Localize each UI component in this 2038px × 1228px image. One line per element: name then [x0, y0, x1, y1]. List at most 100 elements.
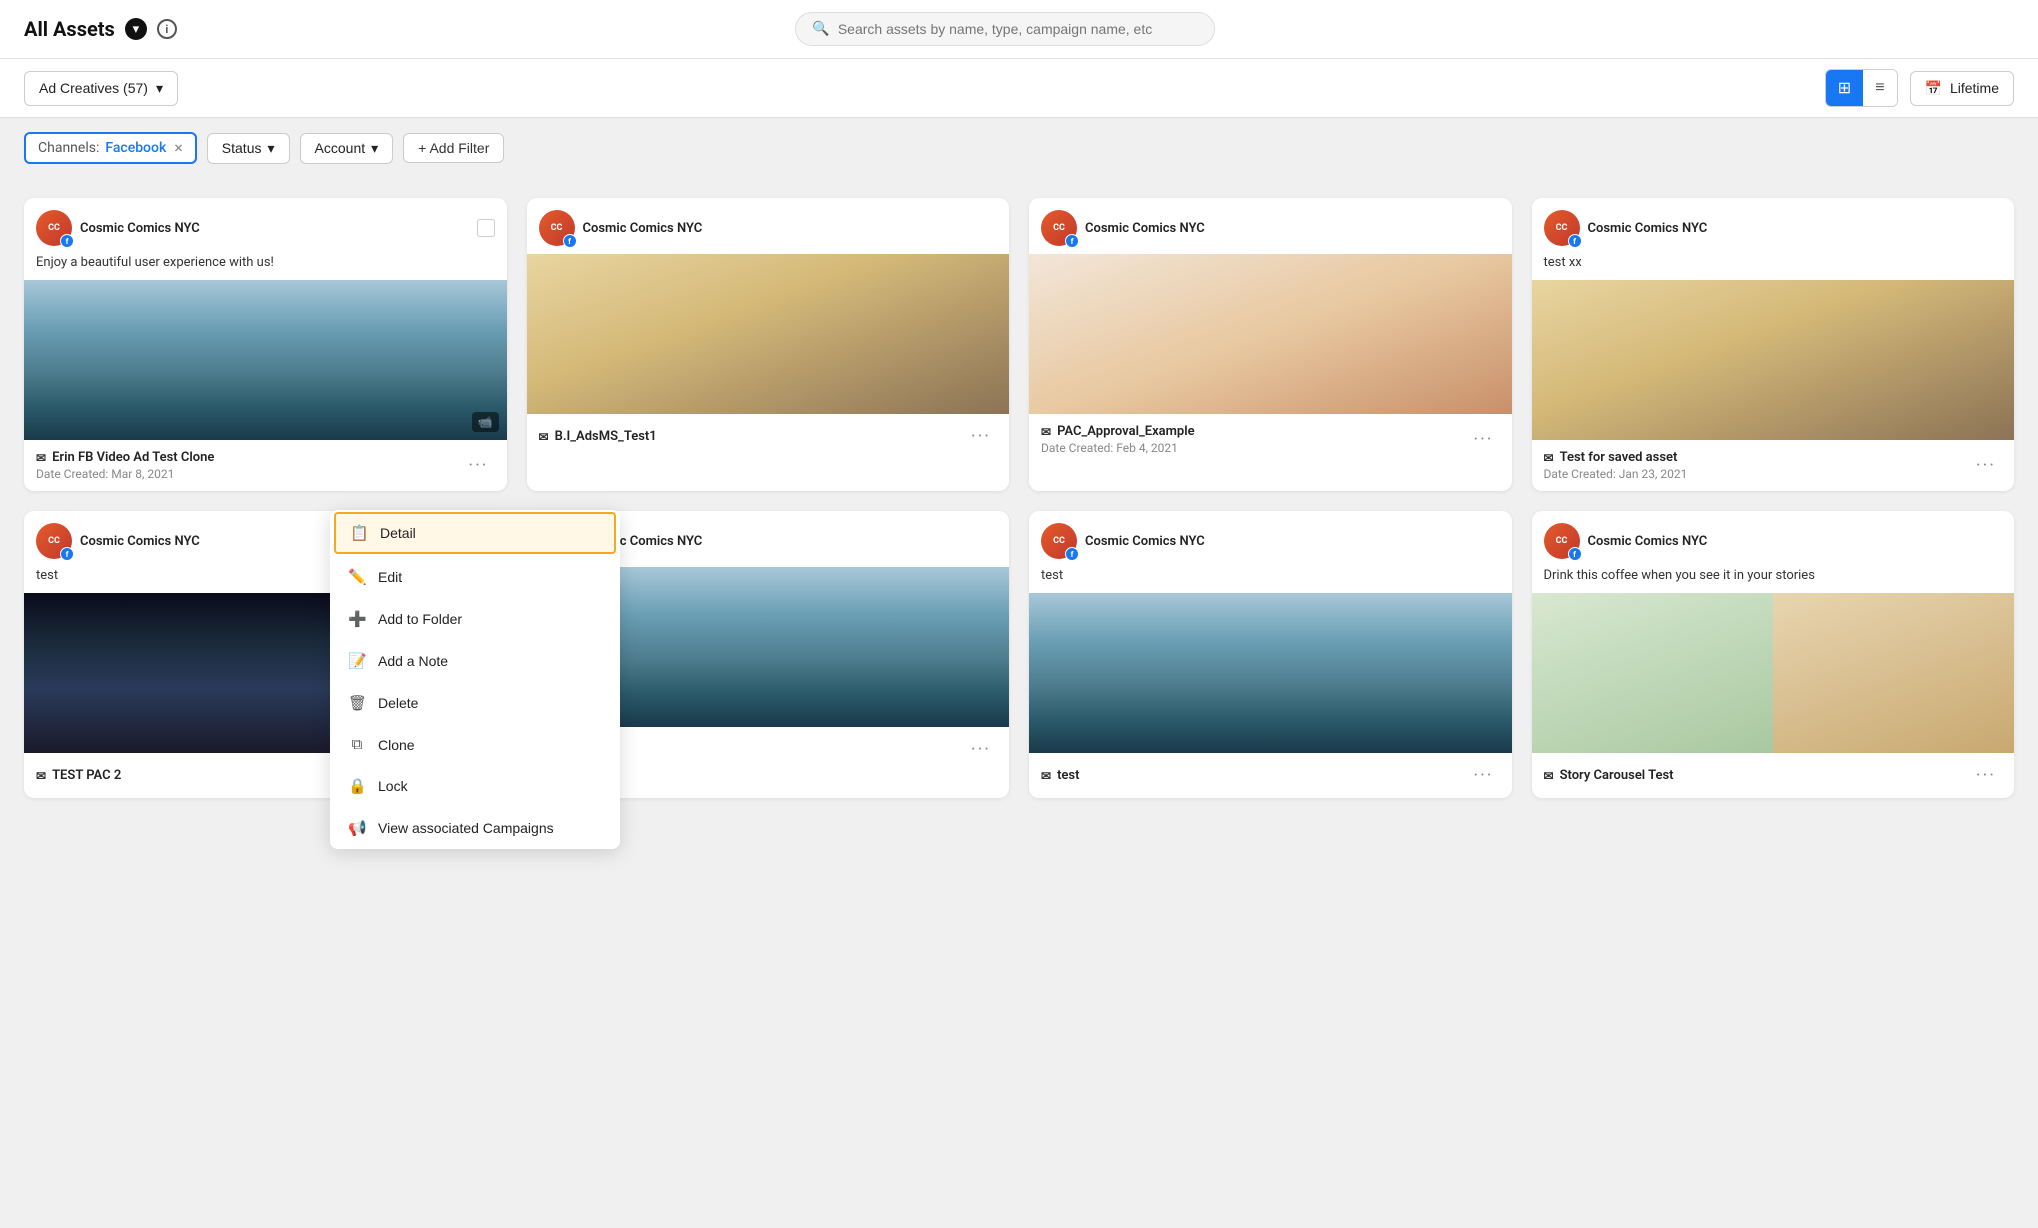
title-dropdown-icon[interactable] — [125, 18, 147, 40]
card-account-name: Cosmic Comics NYC — [1085, 221, 1205, 236]
card-more-button[interactable]: ··· — [1467, 427, 1499, 452]
menu-icon-clone: ⧉ — [348, 736, 366, 753]
card-name: ✉ test — [1041, 768, 1079, 783]
asset-grid: CC f Cosmic Comics NYC Enjoy a beautiful… — [24, 198, 2014, 798]
menu-item-label-delete: Delete — [378, 695, 418, 711]
account-filter-button[interactable]: Account ▾ — [300, 133, 394, 164]
card-more-button[interactable]: ··· — [965, 424, 997, 449]
card-name: ✉ B.I_AdsMS_Test1 — [539, 429, 657, 444]
envelope-icon: ✉ — [36, 451, 46, 465]
menu-item-view-campaigns[interactable]: 📢 View associated Campaigns — [330, 807, 620, 849]
card-footer: ✉ PAC_Approval_Example Date Created: Feb… — [1029, 414, 1512, 465]
facebook-badge: f — [1065, 234, 1079, 248]
search-input[interactable] — [838, 21, 1199, 37]
top-bar-left: All Assets i — [24, 17, 177, 41]
channels-value: Facebook — [105, 140, 166, 156]
card-header: CC f Cosmic Comics NYC — [527, 198, 1010, 254]
menu-item-label-add-to-folder: Add to Folder — [378, 611, 462, 627]
card-text: Drink this coffee when you see it in you… — [1532, 567, 2015, 593]
toolbar: Ad Creatives (57) ▾ ⊞ ≡ 📅 Lifetime — [0, 59, 2038, 118]
card-name: ✉ Test for saved asset — [1544, 450, 1688, 465]
card-date: Date Created: Mar 8, 2021 — [36, 467, 214, 481]
card-header-left: CC f Cosmic Comics NYC — [539, 210, 703, 246]
card-account-name: Cosmic Comics NYC — [80, 221, 200, 236]
card-account-name: Cosmic Comics NYC — [583, 221, 703, 236]
card-account-name: Cosmic Comics NYC — [1085, 534, 1205, 549]
menu-item-clone[interactable]: ⧉ Clone — [330, 724, 620, 765]
channels-close-icon[interactable]: × — [174, 140, 183, 156]
page-title: All Assets — [24, 17, 115, 41]
menu-icon-add-note: 📝 — [348, 652, 366, 670]
channels-filter-chip: Channels: Facebook × — [24, 132, 197, 164]
avatar-wrap: CC f — [539, 210, 575, 246]
list-view-button[interactable]: ≡ — [1863, 70, 1896, 106]
info-icon[interactable]: i — [157, 19, 177, 39]
card-footer-left: ✉ Test for saved asset Date Created: Jan… — [1544, 450, 1688, 481]
envelope-icon: ✉ — [1544, 451, 1554, 465]
avatar-wrap: CC f — [1041, 523, 1077, 559]
avatar-wrap: CC f — [1544, 523, 1580, 559]
card-name: ✉ TEST PAC 2 — [36, 768, 121, 783]
card-header-left: CC f Cosmic Comics NYC — [36, 210, 200, 246]
menu-item-add-to-folder[interactable]: ➕ Add to Folder — [330, 598, 620, 640]
card-more-button[interactable]: ··· — [1467, 763, 1499, 788]
asset-card: CC f Cosmic Comics NYC ✉ B.I_AdsMS_Test1… — [527, 198, 1010, 491]
card-name: ✉ Erin FB Video Ad Test Clone — [36, 450, 214, 465]
card-header: CC f Cosmic Comics NYC — [1029, 511, 1512, 567]
avatar-wrap: CC f — [1544, 210, 1580, 246]
facebook-badge: f — [60, 547, 74, 561]
lifetime-button[interactable]: 📅 Lifetime — [1910, 71, 2014, 106]
lifetime-label: Lifetime — [1950, 80, 1999, 96]
envelope-icon: ✉ — [1544, 769, 1554, 783]
top-bar: All Assets i 🔍 — [0, 0, 2038, 59]
card-more-button[interactable]: ··· — [965, 737, 997, 762]
menu-item-label-detail: Detail — [380, 525, 416, 541]
card-footer-left: ✉ TEST PAC 2 — [36, 768, 121, 783]
menu-item-label-add-note: Add a Note — [378, 653, 448, 669]
card-name: ✉ PAC_Approval_Example — [1041, 424, 1195, 439]
view-toggle: ⊞ ≡ — [1825, 69, 1898, 107]
menu-icon-delete: 🗑 — [348, 694, 366, 712]
grid-view-button[interactable]: ⊞ — [1826, 70, 1863, 106]
card-more-button[interactable]: ··· — [1970, 453, 2002, 478]
filter-chevron-icon: ▾ — [156, 80, 163, 97]
filter-dropdown[interactable]: Ad Creatives (57) ▾ — [24, 71, 178, 106]
card-more-button[interactable]: ··· — [1970, 763, 2002, 788]
card-header-left: CC f Cosmic Comics NYC — [36, 523, 200, 559]
search-bar: 🔍 — [795, 12, 1215, 46]
card-header-left: CC f Cosmic Comics NYC — [1041, 210, 1205, 246]
menu-item-label-edit: Edit — [378, 569, 402, 585]
card-header-left: CC f Cosmic Comics NYC — [1544, 210, 1708, 246]
menu-item-lock[interactable]: 🔒 Lock — [330, 765, 620, 807]
card-footer-left: ✉ B.I_AdsMS_Test1 — [539, 429, 657, 444]
add-filter-button[interactable]: + Add Filter — [403, 133, 504, 163]
card-footer-left: ✉ Erin FB Video Ad Test Clone Date Creat… — [36, 450, 214, 481]
filter-dropdown-label: Ad Creatives (57) — [39, 80, 148, 96]
card-account-name: Cosmic Comics NYC — [1588, 221, 1708, 236]
card-checkbox[interactable] — [477, 219, 495, 237]
menu-item-label-view-campaigns: View associated Campaigns — [378, 820, 554, 836]
menu-icon-add-to-folder: ➕ — [348, 610, 366, 628]
card-date: Date Created: Jan 23, 2021 — [1544, 467, 1688, 481]
card-footer: ✉ test ··· — [1029, 753, 1512, 798]
menu-icon-view-campaigns: 📢 — [348, 819, 366, 837]
menu-icon-detail: 📋 — [350, 524, 368, 542]
list-icon: ≡ — [1875, 79, 1884, 97]
card-more-button[interactable]: ··· — [462, 453, 494, 478]
card-account-name: Cosmic Comics NYC — [1588, 534, 1708, 549]
status-filter-button[interactable]: Status ▾ — [207, 133, 290, 164]
menu-item-detail[interactable]: 📋 Detail — [334, 512, 616, 554]
envelope-icon: ✉ — [36, 769, 46, 783]
card-footer: ✉ Story Carousel Test ··· — [1532, 753, 2015, 798]
status-label: Status — [222, 140, 262, 156]
menu-item-delete[interactable]: 🗑 Delete — [330, 682, 620, 724]
menu-item-add-note[interactable]: 📝 Add a Note — [330, 640, 620, 682]
asset-card: CC f Cosmic Comics NYC test ✉ test ··· — [1029, 511, 1512, 798]
card-footer-left: ✉ Story Carousel Test — [1544, 768, 1674, 783]
card-text: test — [1029, 567, 1512, 593]
card-footer-left: ✉ test — [1041, 768, 1079, 783]
asset-card: CC f Cosmic Comics NYC Drink this coffee… — [1532, 511, 2015, 798]
avatar-wrap: CC f — [36, 210, 72, 246]
menu-item-edit[interactable]: ✏️ Edit — [330, 556, 620, 598]
card-header-left: CC f Cosmic Comics NYC — [1041, 523, 1205, 559]
